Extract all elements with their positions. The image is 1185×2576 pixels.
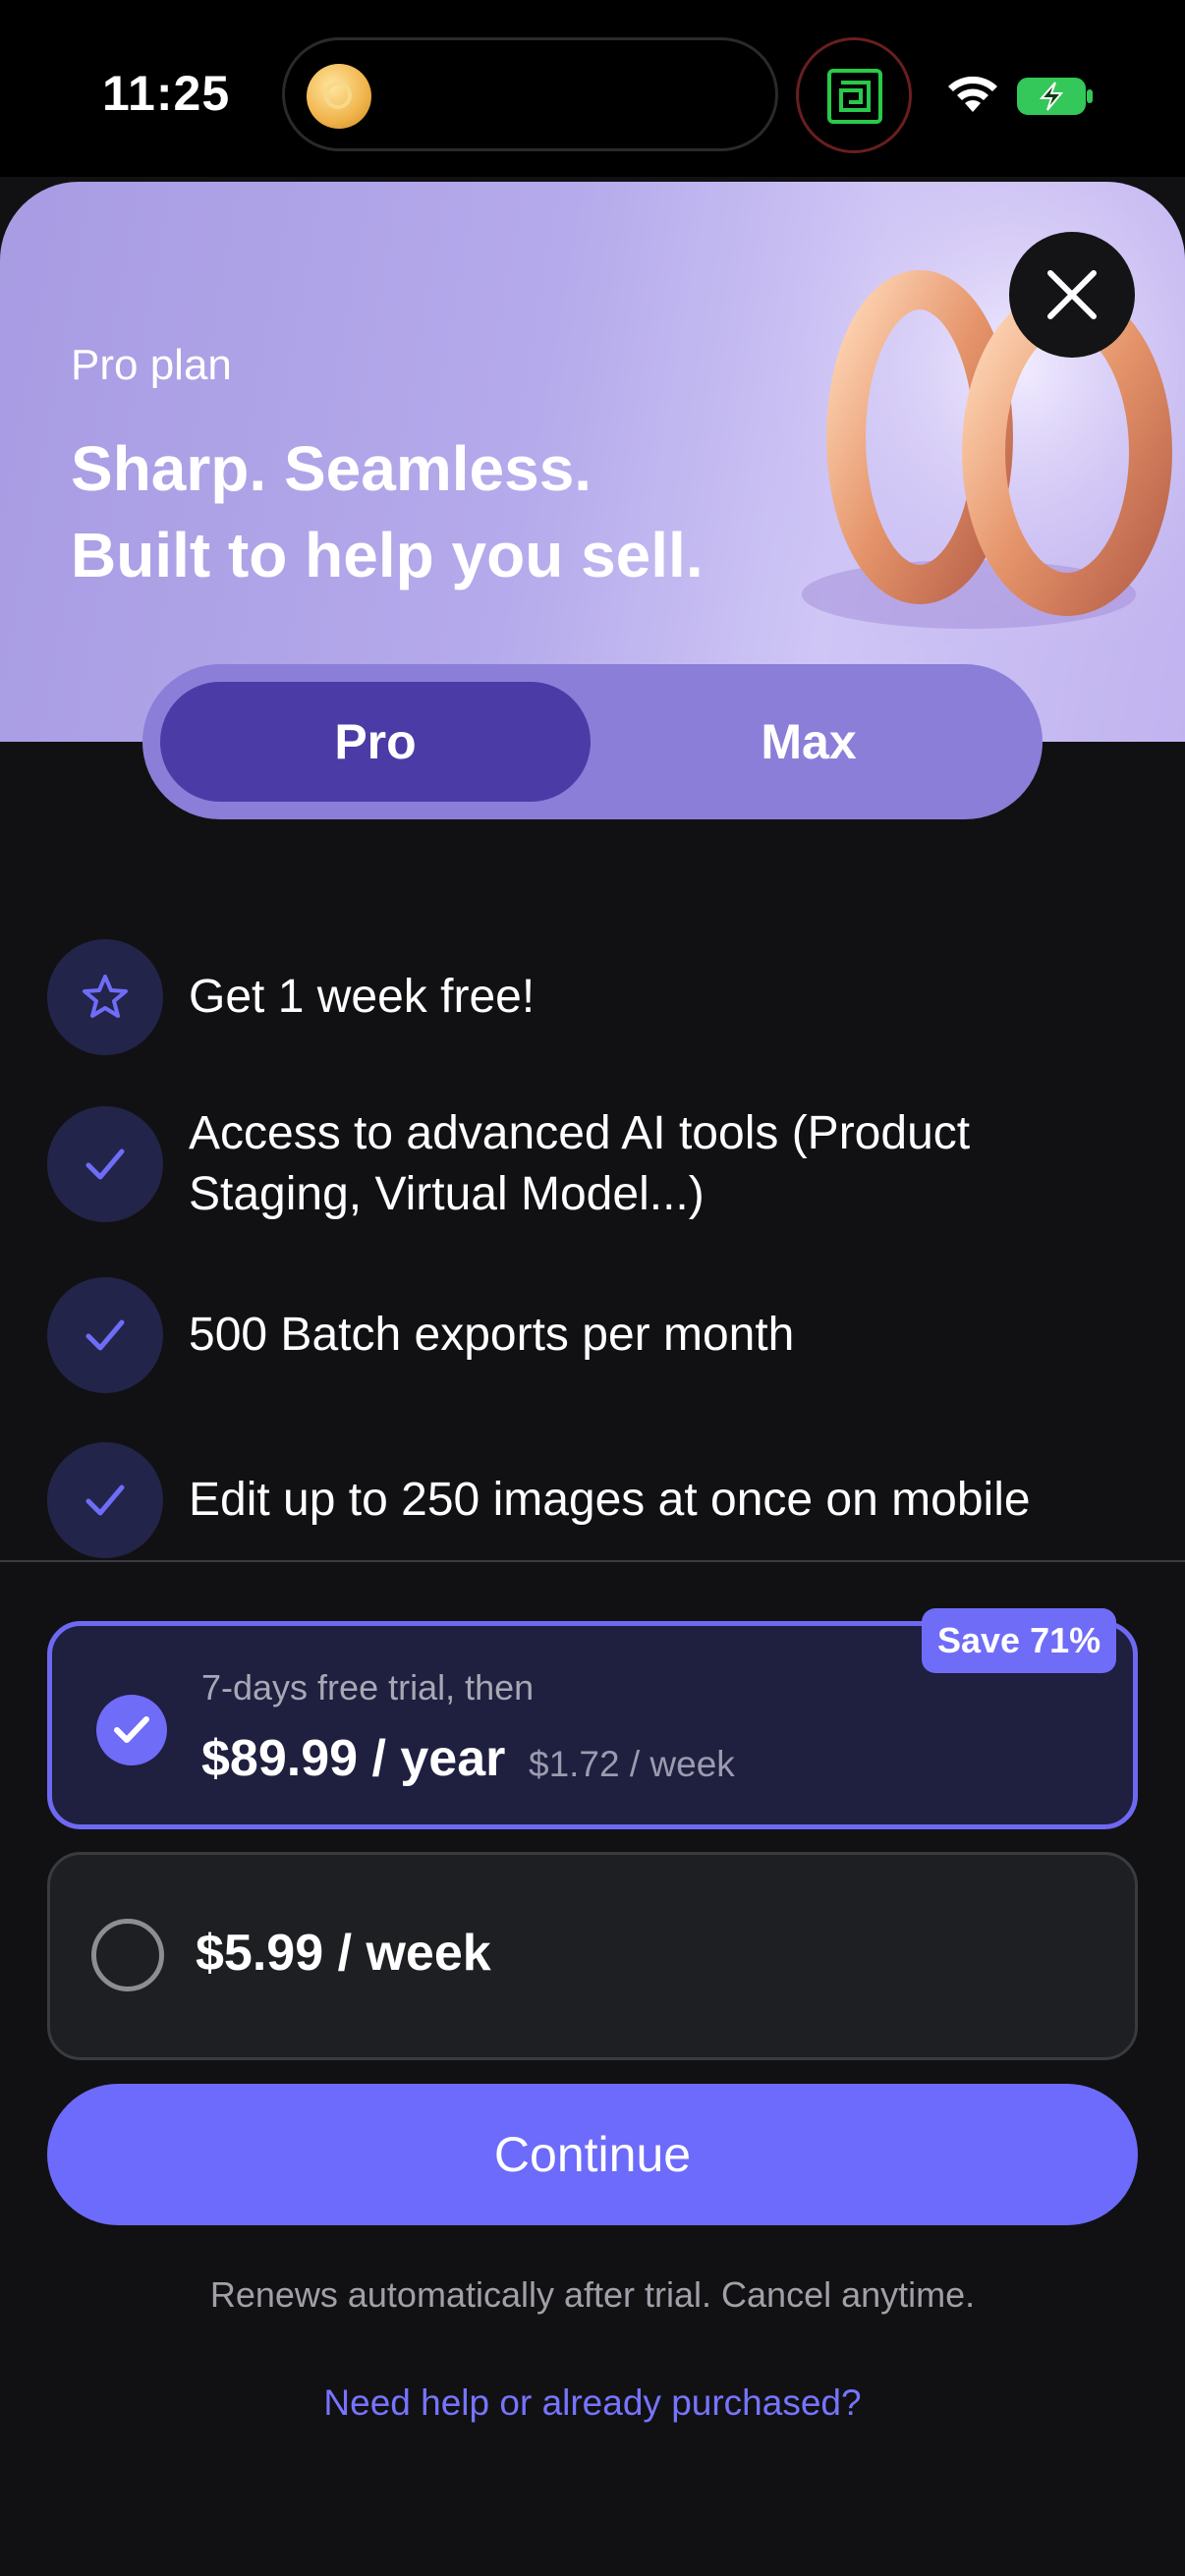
hero-title: Sharp. Seamless. Built to help you sell.	[71, 425, 759, 598]
yearly-price: $89.99 / year	[201, 1730, 506, 1787]
hero-banner: Pro plan Sharp. Seamless. Built to help …	[0, 182, 1185, 742]
selected-check-icon	[96, 1695, 167, 1765]
star-icon	[47, 939, 163, 1055]
feature-text: Edit up to 250 images at once on mobile	[189, 1474, 1031, 1526]
check-icon	[47, 1277, 163, 1393]
yearly-per-week-price: $1.72 / week	[529, 1744, 735, 1784]
weekly-price: $5.99 / week	[196, 1925, 491, 1982]
save-badge: Save 71%	[922, 1608, 1117, 1673]
trial-text: 7-days free trial, then	[201, 1667, 535, 1708]
feature-text-line-1: Access to advanced AI tools (Product	[189, 1107, 971, 1159]
renewal-notice: Renews automatically after trial. Cancel…	[209, 2274, 976, 2315]
feature-text-line-2: Staging, Virtual Model...)	[189, 1168, 705, 1220]
tab-max[interactable]: Max	[592, 664, 1025, 819]
tab-pro[interactable]: Pro	[160, 664, 591, 819]
dynamic-island	[282, 37, 778, 151]
battery-icon	[1017, 78, 1093, 115]
continue-button[interactable]: Continue	[47, 2084, 1138, 2225]
check-icon	[47, 1106, 163, 1222]
status-bar: 11:25	[0, 0, 1185, 177]
radio-unselected-icon	[91, 1919, 164, 1991]
feature-text: 500 Batch exports per month	[189, 1309, 795, 1361]
plan-subtitle: Pro plan	[71, 341, 232, 389]
feature-text: Get 1 week free!	[189, 971, 536, 1023]
hero-title-line-2: Built to help you sell.	[71, 520, 704, 590]
wifi-icon	[948, 76, 997, 112]
close-icon	[1047, 270, 1097, 319]
check-icon	[47, 1442, 163, 1558]
app-indicator-icon	[796, 37, 912, 153]
close-button[interactable]	[1009, 232, 1135, 358]
earrings-image	[772, 182, 1185, 644]
divider	[0, 1560, 1185, 1562]
feature-text: Access to advanced AI tools (Product Sta…	[189, 1103, 1152, 1225]
coin-icon	[307, 64, 371, 129]
plan-tier-switcher: Pro Max	[142, 664, 1043, 819]
weekly-plan-option[interactable]: $5.99 / week	[47, 1852, 1138, 2060]
status-time: 11:25	[102, 66, 231, 121]
hero-title-line-1: Sharp. Seamless.	[71, 433, 592, 504]
help-link[interactable]: Need help or already purchased?	[0, 2382, 1185, 2424]
